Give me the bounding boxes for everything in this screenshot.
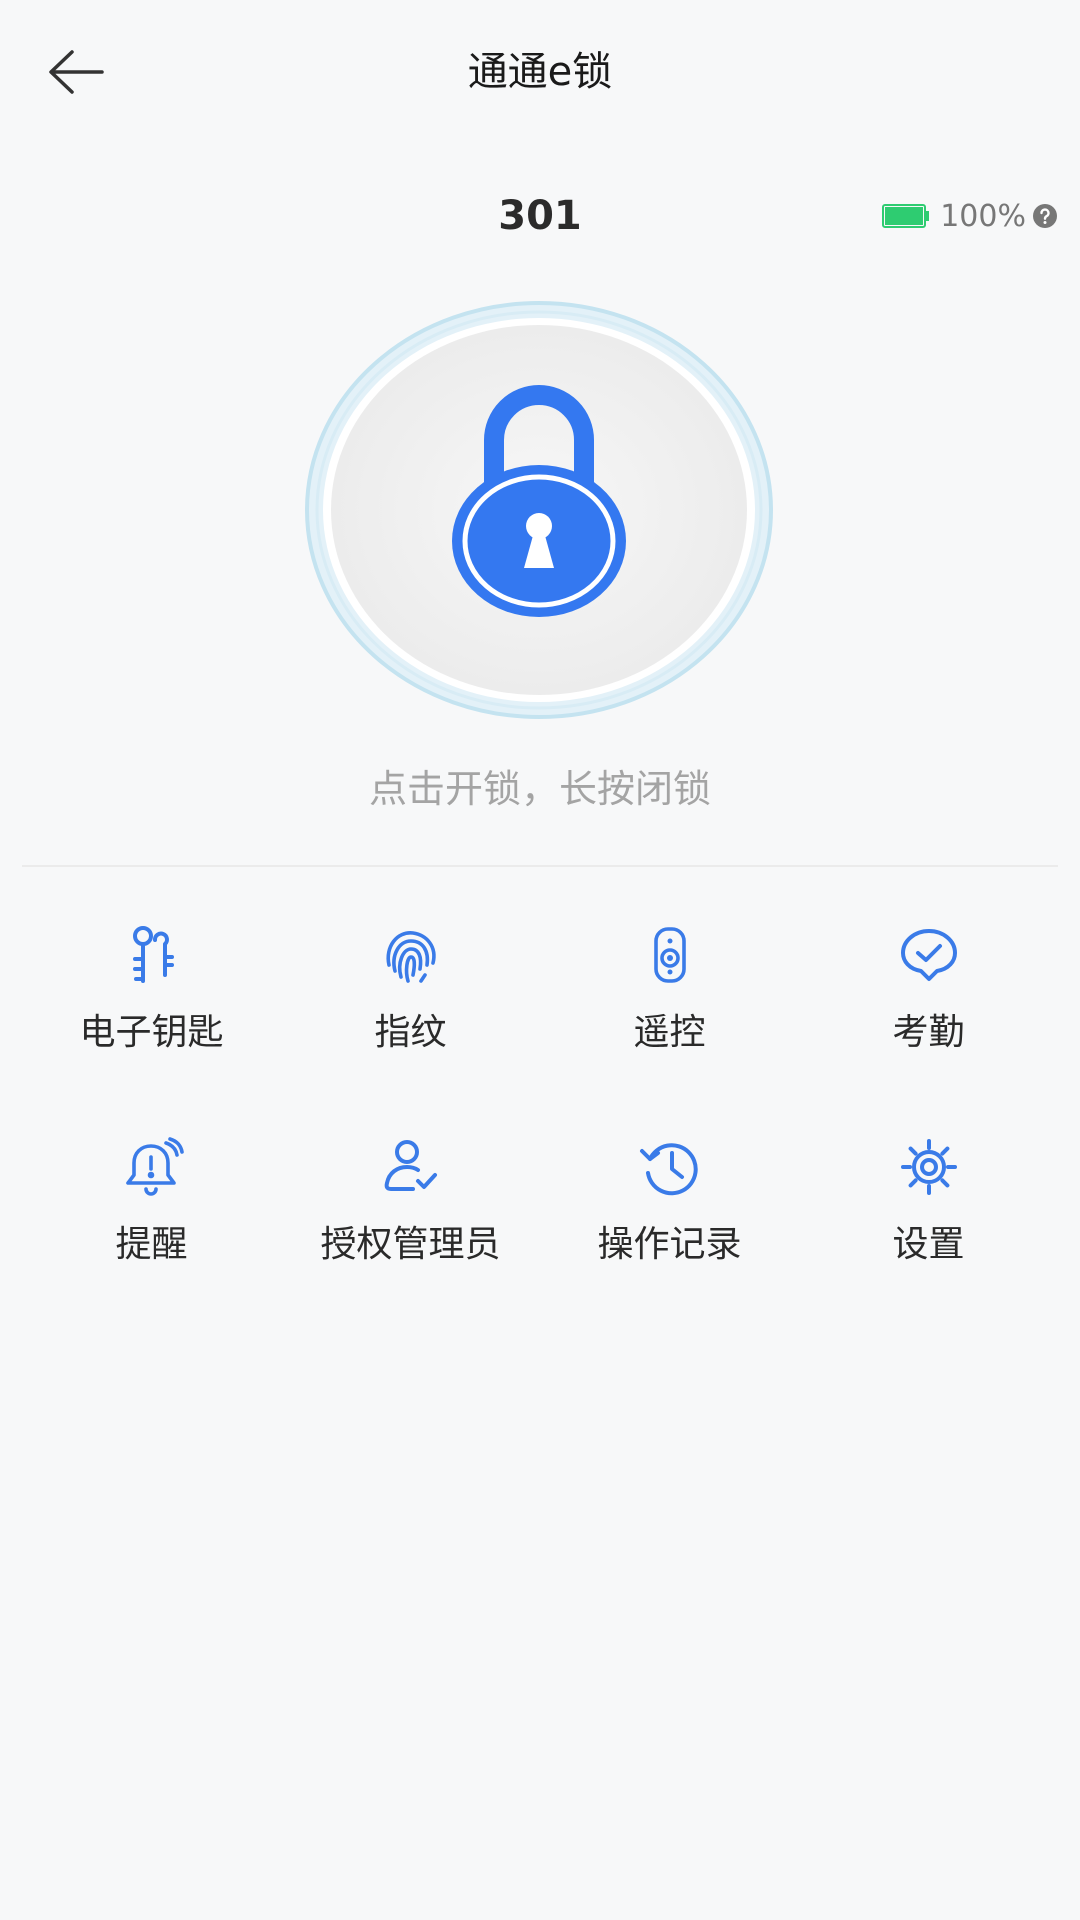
menu-item-attendance[interactable]: 考勤 [799, 900, 1058, 1112]
menu-item-authorize-admin[interactable]: 授权管理员 [281, 1112, 540, 1324]
menu-label: 提醒 [115, 1224, 188, 1265]
header-bar: 通通e锁 [0, 0, 1080, 146]
menu-item-operation-records[interactable]: 操作记录 [540, 1112, 799, 1324]
menu-label: 电子钥匙 [79, 1012, 224, 1053]
menu-label: 授权管理员 [320, 1224, 501, 1265]
menu-label: 指纹 [374, 1012, 447, 1053]
menu-item-reminder[interactable]: 提醒 [22, 1112, 281, 1324]
attendance-check-icon [894, 920, 964, 990]
gear-icon [894, 1132, 964, 1202]
battery-status: 100% [882, 196, 1058, 236]
battery-icon [882, 204, 930, 228]
page-title: 通通e锁 [467, 49, 613, 95]
function-menu: 电子钥匙 指纹 遥控 考勤 提醒 授权管理员 操作记录 设置 [22, 900, 1058, 1324]
remote-control-icon [635, 920, 705, 990]
bell-alert-icon [117, 1132, 187, 1202]
menu-item-settings[interactable]: 设置 [799, 1112, 1058, 1324]
menu-item-fingerprint[interactable]: 指纹 [281, 900, 540, 1112]
key-icon [117, 920, 187, 990]
history-icon [635, 1132, 705, 1202]
divider [22, 865, 1058, 867]
help-icon[interactable] [1032, 203, 1058, 229]
battery-percentage: 100% [940, 198, 1026, 234]
fingerprint-icon [376, 920, 446, 990]
user-check-icon [376, 1132, 446, 1202]
menu-label: 遥控 [633, 1012, 706, 1053]
unlock-button[interactable] [304, 300, 774, 720]
menu-label: 考勤 [892, 1012, 965, 1053]
menu-item-electronic-key[interactable]: 电子钥匙 [22, 900, 281, 1112]
menu-label: 操作记录 [597, 1224, 742, 1265]
menu-item-remote-control[interactable]: 遥控 [540, 900, 799, 1112]
menu-label: 设置 [892, 1224, 965, 1265]
lock-hint-text: 点击开锁，长按闭锁 [368, 767, 711, 811]
